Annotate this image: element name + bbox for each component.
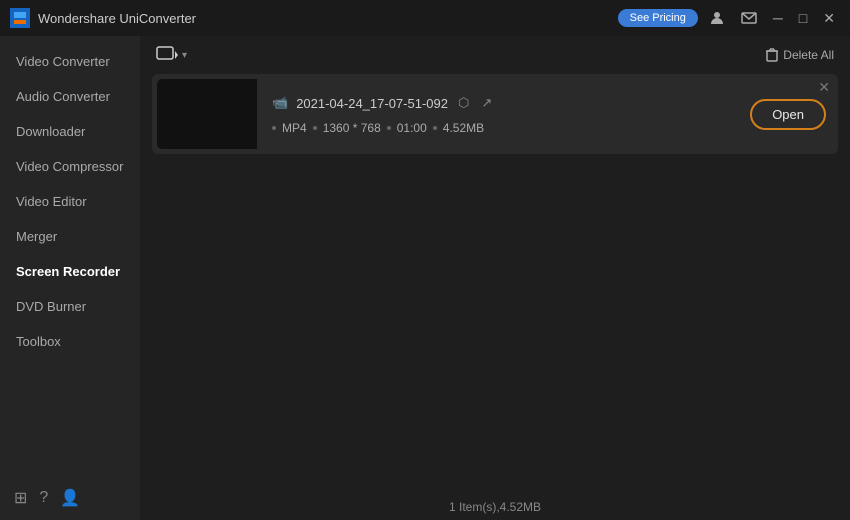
sidebar-item-toolbox[interactable]: Toolbox	[0, 324, 140, 359]
toolbar-left: ▾	[156, 46, 187, 64]
file-list: 📹 2021-04-24_17-07-51-092 ⬡ ↗ MP4 1360 *…	[140, 74, 850, 494]
trash-icon	[765, 48, 779, 62]
mail-icon	[741, 10, 757, 26]
minimize-button[interactable]: ─	[768, 8, 788, 28]
sidebar-item-audio-converter[interactable]: Audio Converter	[0, 79, 140, 114]
sidebar-item-video-editor[interactable]: Video Editor	[0, 184, 140, 219]
meta-dot-4	[433, 126, 437, 130]
user-account-button[interactable]	[704, 8, 730, 28]
user-icon	[709, 10, 725, 26]
status-bar: 1 Item(s),4.52MB	[140, 494, 850, 520]
sidebar-item-video-converter[interactable]: Video Converter	[0, 44, 140, 79]
sidebar-item-dvd-burner[interactable]: DVD Burner	[0, 289, 140, 324]
meta-dot-3	[387, 126, 391, 130]
main-layout: Video Converter Audio Converter Download…	[0, 36, 850, 520]
title-bar-controls: See Pricing ─ □ ✕	[618, 8, 840, 29]
file-close-button[interactable]: ✕	[818, 80, 830, 94]
status-text: 1 Item(s),4.52MB	[449, 500, 541, 514]
sidebar-item-video-compressor[interactable]: Video Compressor	[0, 149, 140, 184]
meta-dot-2	[313, 126, 317, 130]
app-title: Wondershare UniConverter	[38, 11, 196, 26]
share-icon[interactable]: ↗	[479, 93, 494, 113]
user-profile-icon[interactable]: 👤	[60, 488, 80, 508]
title-bar-left: Wondershare UniConverter	[10, 8, 196, 28]
file-format: MP4	[282, 121, 307, 135]
see-pricing-button[interactable]: See Pricing	[618, 9, 698, 27]
sidebar-footer: ⊞ ? 👤	[0, 476, 140, 520]
file-info: 📹 2021-04-24_17-07-51-092 ⬡ ↗ MP4 1360 *…	[262, 85, 750, 143]
mode-select-button[interactable]: ▾	[156, 46, 187, 64]
file-size: 4.52MB	[443, 121, 484, 135]
file-resolution: 1360 * 768	[323, 121, 381, 135]
delete-all-button[interactable]: Delete All	[765, 48, 834, 62]
close-button[interactable]: ✕	[818, 8, 840, 29]
file-duration: 01:00	[397, 121, 427, 135]
file-header: 📹 2021-04-24_17-07-51-092 ⬡ ↗	[272, 93, 740, 113]
file-thumbnail	[157, 79, 257, 149]
help-icon[interactable]: ?	[39, 489, 48, 507]
video-file-icon: 📹	[272, 95, 288, 111]
sidebar-item-screen-recorder[interactable]: Screen Recorder	[0, 254, 140, 289]
file-meta: MP4 1360 * 768 01:00 4.52MB	[272, 121, 740, 135]
content-area: ▾ Delete All 📹	[140, 36, 850, 520]
mail-button[interactable]	[736, 8, 762, 28]
meta-dot-1	[272, 126, 276, 130]
table-row: 📹 2021-04-24_17-07-51-092 ⬡ ↗ MP4 1360 *…	[152, 74, 838, 154]
layout-icon[interactable]: ⊞	[14, 488, 27, 508]
maximize-button[interactable]: □	[794, 8, 812, 28]
sidebar-item-merger[interactable]: Merger	[0, 219, 140, 254]
app-logo-icon	[10, 8, 30, 28]
sidebar: Video Converter Audio Converter Download…	[0, 36, 140, 520]
content-toolbar: ▾ Delete All	[140, 36, 850, 74]
title-bar: Wondershare UniConverter See Pricing ─ □…	[0, 0, 850, 36]
screen-recorder-mode-icon	[156, 46, 178, 64]
chevron-down-icon: ▾	[182, 50, 187, 61]
sidebar-item-downloader[interactable]: Downloader	[0, 114, 140, 149]
export-icon[interactable]: ⬡	[456, 93, 471, 113]
open-button[interactable]: Open	[750, 99, 826, 130]
file-name: 2021-04-24_17-07-51-092	[296, 96, 448, 111]
